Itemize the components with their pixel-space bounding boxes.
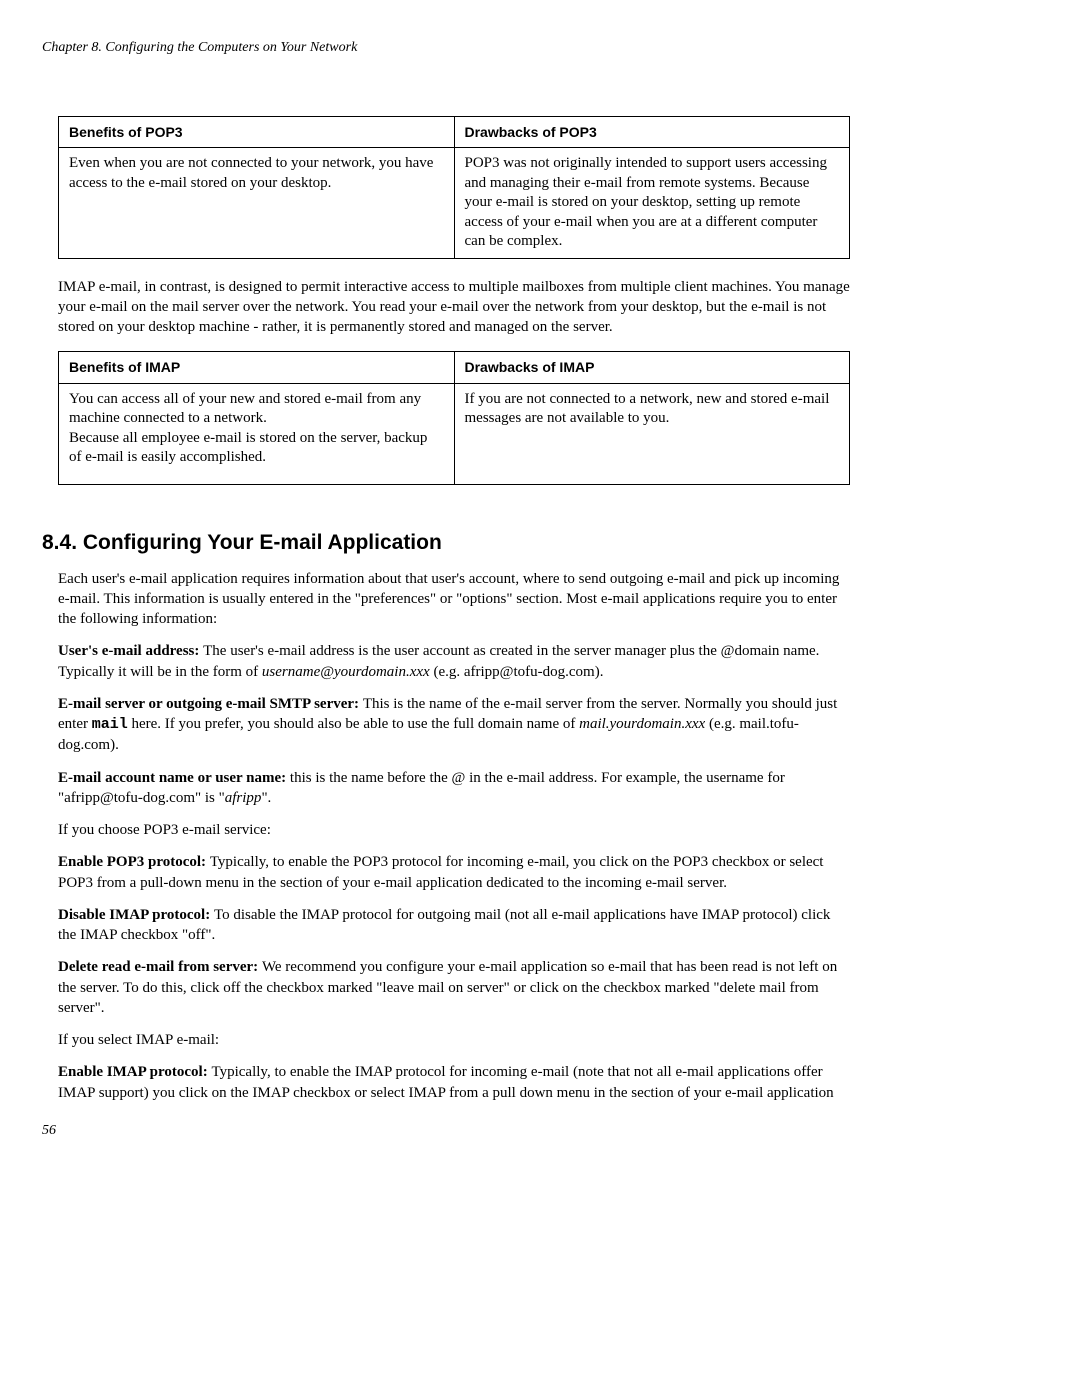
- pop3-benefits-cell: Even when you are not connected to your …: [59, 148, 455, 259]
- para-imap-choose: If you select IMAP e-mail:: [58, 1030, 850, 1050]
- table-row: You can access all of your new and store…: [59, 383, 850, 484]
- table-row: Even when you are not connected to your …: [59, 148, 850, 259]
- pop3-benefits-header: Benefits of POP3: [59, 117, 455, 148]
- table-row: Benefits of POP3 Drawbacks of POP3: [59, 117, 850, 148]
- para-pop-choose: If you choose POP3 e-mail service:: [58, 820, 850, 840]
- page-number: 56: [42, 1123, 1038, 1139]
- label-email-address: User's e-mail address:: [58, 643, 203, 659]
- label-account-name: E-mail account name or user name:: [58, 770, 290, 786]
- text: ".: [261, 790, 271, 806]
- pop3-table: Benefits of POP3 Drawbacks of POP3 Even …: [58, 116, 850, 259]
- document-page: Chapter 8. Configuring the Computers on …: [0, 0, 1080, 1179]
- text-italic: username@yourdomain.xxx: [262, 664, 430, 680]
- pop3-drawbacks-header: Drawbacks of POP3: [454, 117, 850, 148]
- table-row: Benefits of IMAP Drawbacks of IMAP: [59, 352, 850, 383]
- pop3-drawbacks-cell: POP3 was not originally intended to supp…: [454, 148, 850, 259]
- label-smtp: E-mail server or outgoing e-mail SMTP se…: [58, 696, 363, 712]
- section-intro: Each user's e-mail application requires …: [58, 569, 850, 630]
- content-area: Benefits of POP3 Drawbacks of POP3 Even …: [42, 116, 1038, 485]
- imap-benefits-cell: You can access all of your new and store…: [59, 383, 455, 484]
- text-italic: mail.yourdomain.xxx: [579, 716, 705, 732]
- label-delete-read: Delete read e-mail from server:: [58, 959, 262, 975]
- imap-intro-paragraph: IMAP e-mail, in contrast, is designed to…: [58, 277, 850, 338]
- text: here. If you prefer, you should also be …: [128, 716, 579, 732]
- imap-table: Benefits of IMAP Drawbacks of IMAP You c…: [58, 351, 850, 484]
- imap-drawbacks-header: Drawbacks of IMAP: [454, 352, 850, 383]
- imap-benefits-line2: Because all employee e-mail is stored on…: [69, 430, 427, 466]
- text-mono: mail: [92, 716, 128, 733]
- para-disable-imap: Disable IMAP protocol: To disable the IM…: [58, 905, 850, 946]
- para-account-name: E-mail account name or user name: this i…: [58, 768, 850, 809]
- para-enable-pop3: Enable POP3 protocol: Typically, to enab…: [58, 852, 850, 893]
- label-enable-pop3: Enable POP3 protocol:: [58, 854, 210, 870]
- imap-benefits-line1: You can access all of your new and store…: [69, 391, 421, 427]
- para-smtp-server: E-mail server or outgoing e-mail SMTP se…: [58, 694, 850, 756]
- imap-drawbacks-cell: If you are not connected to a network, n…: [454, 383, 850, 484]
- section-body: Each user's e-mail application requires …: [42, 569, 1038, 1103]
- label-enable-imap: Enable IMAP protocol:: [58, 1064, 211, 1080]
- para-enable-imap: Enable IMAP protocol: Typically, to enab…: [58, 1062, 850, 1103]
- section-title: 8.4. Configuring Your E-mail Application: [42, 531, 1038, 555]
- chapter-header: Chapter 8. Configuring the Computers on …: [42, 40, 1038, 56]
- para-delete-read: Delete read e-mail from server: We recom…: [58, 957, 850, 1018]
- text-italic: afripp: [225, 790, 262, 806]
- para-email-address: User's e-mail address: The user's e-mail…: [58, 641, 850, 682]
- label-disable-imap: Disable IMAP protocol:: [58, 907, 214, 923]
- text: (e.g. afripp@tofu-dog.com).: [430, 664, 604, 680]
- imap-benefits-header: Benefits of IMAP: [59, 352, 455, 383]
